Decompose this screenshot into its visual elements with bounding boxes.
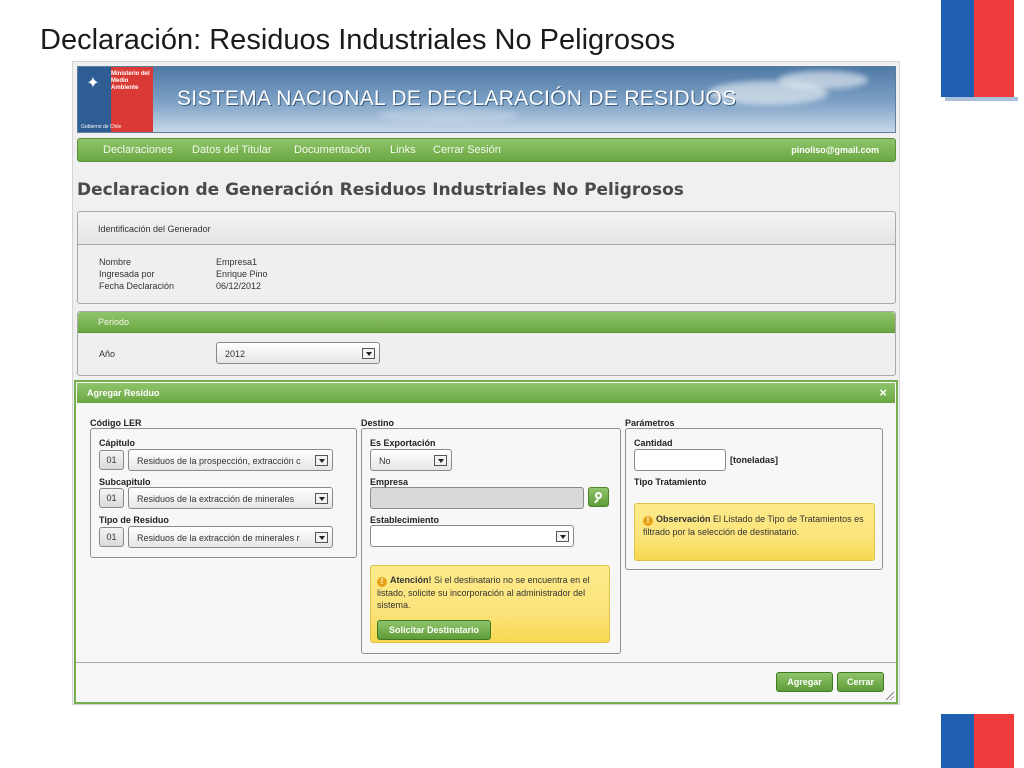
alert-strong: Atención! [390, 575, 432, 585]
tipo-select[interactable]: Residuos de la extracción de minerales r [128, 526, 333, 548]
close-icon[interactable]: × [879, 385, 887, 400]
generador-title: Identificación del Generador [98, 224, 211, 234]
user-email: pinoliso@gmail.com [791, 145, 879, 155]
warning-icon: ! [643, 516, 653, 526]
chevron-down-icon [315, 455, 328, 466]
atencion-alert: ! Atención! Si el destinatario no se encu… [370, 565, 610, 643]
slide-title: Declaración: Residuos Industriales No Pe… [40, 24, 676, 56]
unit-label: [toneladas] [730, 455, 779, 465]
chevron-down-icon [434, 455, 447, 466]
fecha-value: 06/12/2012 [216, 281, 262, 291]
year-label: Año [99, 349, 116, 359]
chevron-down-icon [315, 493, 328, 504]
solicitar-destinatario-button[interactable]: Solicitar Destinatario [377, 620, 491, 640]
capitulo-code: 01 [99, 450, 124, 470]
periodo-title: Periodo [98, 317, 130, 327]
tratamiento-label: Tipo Tratamiento [634, 477, 707, 487]
fecha-label: Fecha Declaración [99, 281, 175, 291]
chevron-down-icon [315, 532, 328, 543]
ingresada-value: Enrique Pino [216, 269, 268, 279]
government-name: Gobierno de Chile [81, 124, 122, 130]
search-icon [595, 492, 602, 499]
parametros-title: Parámetros [625, 418, 675, 428]
agregar-button[interactable]: Agregar [776, 672, 833, 692]
nav-links[interactable]: Links [390, 144, 416, 156]
warning-icon: ! [377, 577, 387, 587]
page-heading: Declaracion de Generación Residuos Indus… [77, 180, 684, 200]
flag-decoration-top [941, 0, 1018, 101]
periodo-panel: Periodo Año 2012 [77, 311, 896, 376]
ler-title: Código LER [90, 418, 142, 428]
obs-strong: Observación [656, 514, 711, 524]
cerrar-button[interactable]: Cerrar [837, 672, 884, 692]
ingresada-label: Ingresada por [99, 269, 155, 279]
establecimiento-label: Establecimiento [370, 515, 440, 525]
cantidad-input[interactable] [634, 449, 726, 471]
destino-title: Destino [361, 418, 395, 428]
parametros-fieldset: Cantidad [toneladas] Tipo Tratamiento ! O… [625, 428, 883, 570]
exportacion-select[interactable]: No [370, 449, 452, 471]
destino-fieldset: Es Exportación No Empresa Establecimient… [361, 428, 621, 654]
coat-of-arms-icon: ✦ [86, 75, 100, 92]
empresa-label: Empresa [370, 477, 409, 487]
capitulo-value: Residuos de la prospección, extracción c [137, 456, 301, 466]
subcapitulo-value: Residuos de la extracción de minerales [137, 494, 295, 504]
resize-handle-icon[interactable] [884, 690, 894, 700]
dialog-title: Agregar Residuo [87, 388, 160, 398]
dialog-divider [76, 662, 896, 663]
tipo-code: 01 [99, 527, 124, 547]
exportacion-value: No [379, 456, 391, 466]
year-value: 2012 [225, 349, 246, 359]
subcapitulo-label: Subcapitulo [99, 477, 151, 487]
nav-datos-titular[interactable]: Datos del Titular [192, 144, 271, 156]
agregar-residuo-dialog: Agregar Residuo × Código LER Cápitulo 01… [74, 380, 898, 704]
capitulo-select[interactable]: Residuos de la prospección, extracción c [128, 449, 333, 471]
observacion-alert: ! Observación El Listado de Tipo de Trata… [634, 503, 875, 561]
ler-fieldset: Cápitulo 01 Residuos de la prospección, … [90, 428, 357, 558]
tipo-value: Residuos de la extracción de minerales r [137, 533, 300, 543]
search-button[interactable] [588, 487, 609, 507]
main-navbar: Declaraciones Datos del Titular Document… [77, 138, 896, 162]
ministry-name: Ministerio del Medio Ambiente [111, 71, 150, 91]
establecimiento-select[interactable] [370, 525, 574, 547]
system-title: SISTEMA NACIONAL DE DECLARACIÓN DE RESID… [177, 87, 737, 110]
subcapitulo-code: 01 [99, 488, 124, 508]
chevron-down-icon [362, 348, 375, 359]
generador-panel: Identificación del Generador Nombre Empr… [77, 211, 896, 304]
year-select[interactable]: 2012 [216, 342, 380, 364]
nav-declaraciones[interactable]: Declaraciones [103, 144, 173, 156]
cantidad-label: Cantidad [634, 438, 673, 448]
site-banner: ✦ Ministerio del Medio Ambiente Gobierno… [77, 66, 896, 133]
empresa-input[interactable] [370, 487, 584, 509]
nombre-label: Nombre [99, 257, 132, 267]
nav-cerrar-sesion[interactable]: Cerrar Sesión [433, 144, 501, 156]
tipo-label: Tipo de Residuo [99, 515, 169, 525]
flag-decoration-bottom [941, 714, 1014, 768]
nombre-value: Empresa1 [216, 257, 258, 267]
government-logo: ✦ Ministerio del Medio Ambiente Gobierno… [78, 67, 153, 132]
capitulo-label: Cápitulo [99, 438, 135, 448]
exportacion-label: Es Exportación [370, 438, 436, 448]
nav-documentacion[interactable]: Documentación [294, 144, 370, 156]
chevron-down-icon [556, 531, 569, 542]
app-screenshot: ✦ Ministerio del Medio Ambiente Gobierno… [72, 61, 900, 705]
subcapitulo-select[interactable]: Residuos de la extracción de minerales [128, 487, 333, 509]
